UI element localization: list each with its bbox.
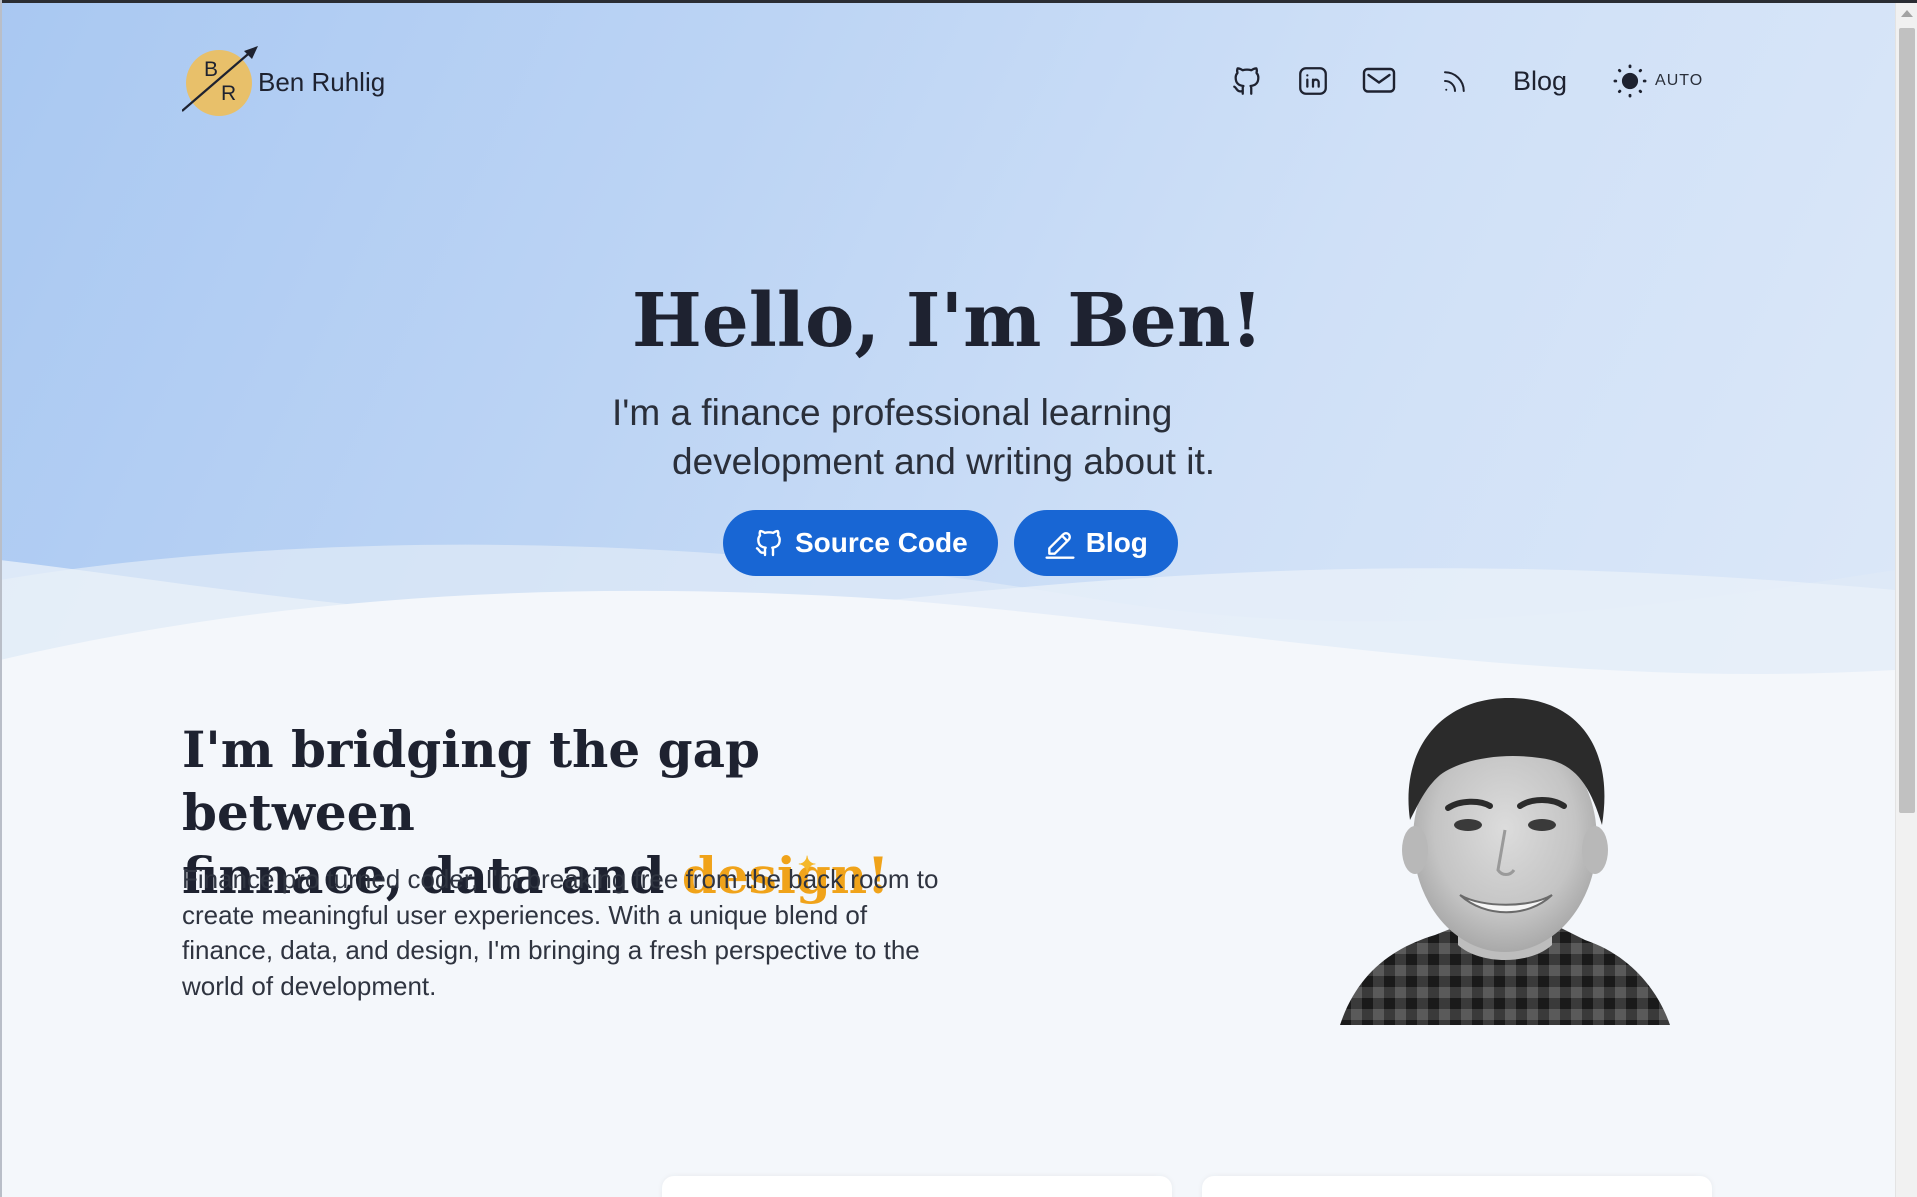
scroll-thumb[interactable] — [1899, 28, 1915, 813]
blog-button[interactable]: Blog — [1013, 510, 1178, 576]
hero-subtitle: I'm a finance professional learning deve… — [612, 388, 1312, 486]
window-left-border — [0, 0, 2, 1197]
mail-icon[interactable] — [1357, 59, 1401, 103]
blog-button-label: Blog — [1085, 527, 1148, 558]
theme-label: AUTO — [1655, 72, 1704, 89]
linkedin-icon[interactable] — [1291, 59, 1335, 103]
github-icon — [755, 529, 781, 557]
brand-logo: B R — [182, 46, 258, 118]
window-top-border — [0, 0, 1917, 3]
vertical-scrollbar[interactable] — [1895, 3, 1917, 1197]
about-text: Finance pro turned coder, I'm breaking f… — [182, 864, 939, 1001]
nav-blog-link[interactable]: Blog — [1513, 66, 1567, 97]
brand-home-link[interactable]: B R Ben Ruhlig — [182, 46, 385, 118]
about-title-line-1: I'm bridging the gap between — [182, 720, 760, 842]
content-card — [662, 1176, 1172, 1197]
hero-subtitle-line-1: I'm a finance professional learning — [612, 392, 1173, 433]
scroll-up-arrow-icon[interactable] — [1901, 10, 1913, 17]
pencil-icon — [1045, 532, 1075, 559]
source-code-button-label: Source Code — [795, 527, 968, 558]
hero-buttons: Source Code Blog — [723, 510, 1194, 576]
brand-name: Ben Ruhlig — [258, 66, 386, 97]
content-card — [1202, 1176, 1712, 1197]
sun-icon — [1613, 64, 1647, 98]
portrait-photo — [1340, 697, 1670, 1025]
rss-icon[interactable] — [1433, 59, 1477, 103]
source-code-button[interactable]: Source Code — [723, 510, 998, 576]
logo-arrow-icon — [182, 46, 258, 112]
github-icon[interactable] — [1225, 59, 1269, 103]
top-nav: Blog AUTO — [1225, 56, 1703, 106]
hero-subtitle-line-2: development and writing about it. — [672, 441, 1216, 482]
theme-toggle[interactable]: AUTO — [1611, 62, 1703, 100]
hero-title: Hello, I'm Ben! — [631, 278, 1264, 364]
